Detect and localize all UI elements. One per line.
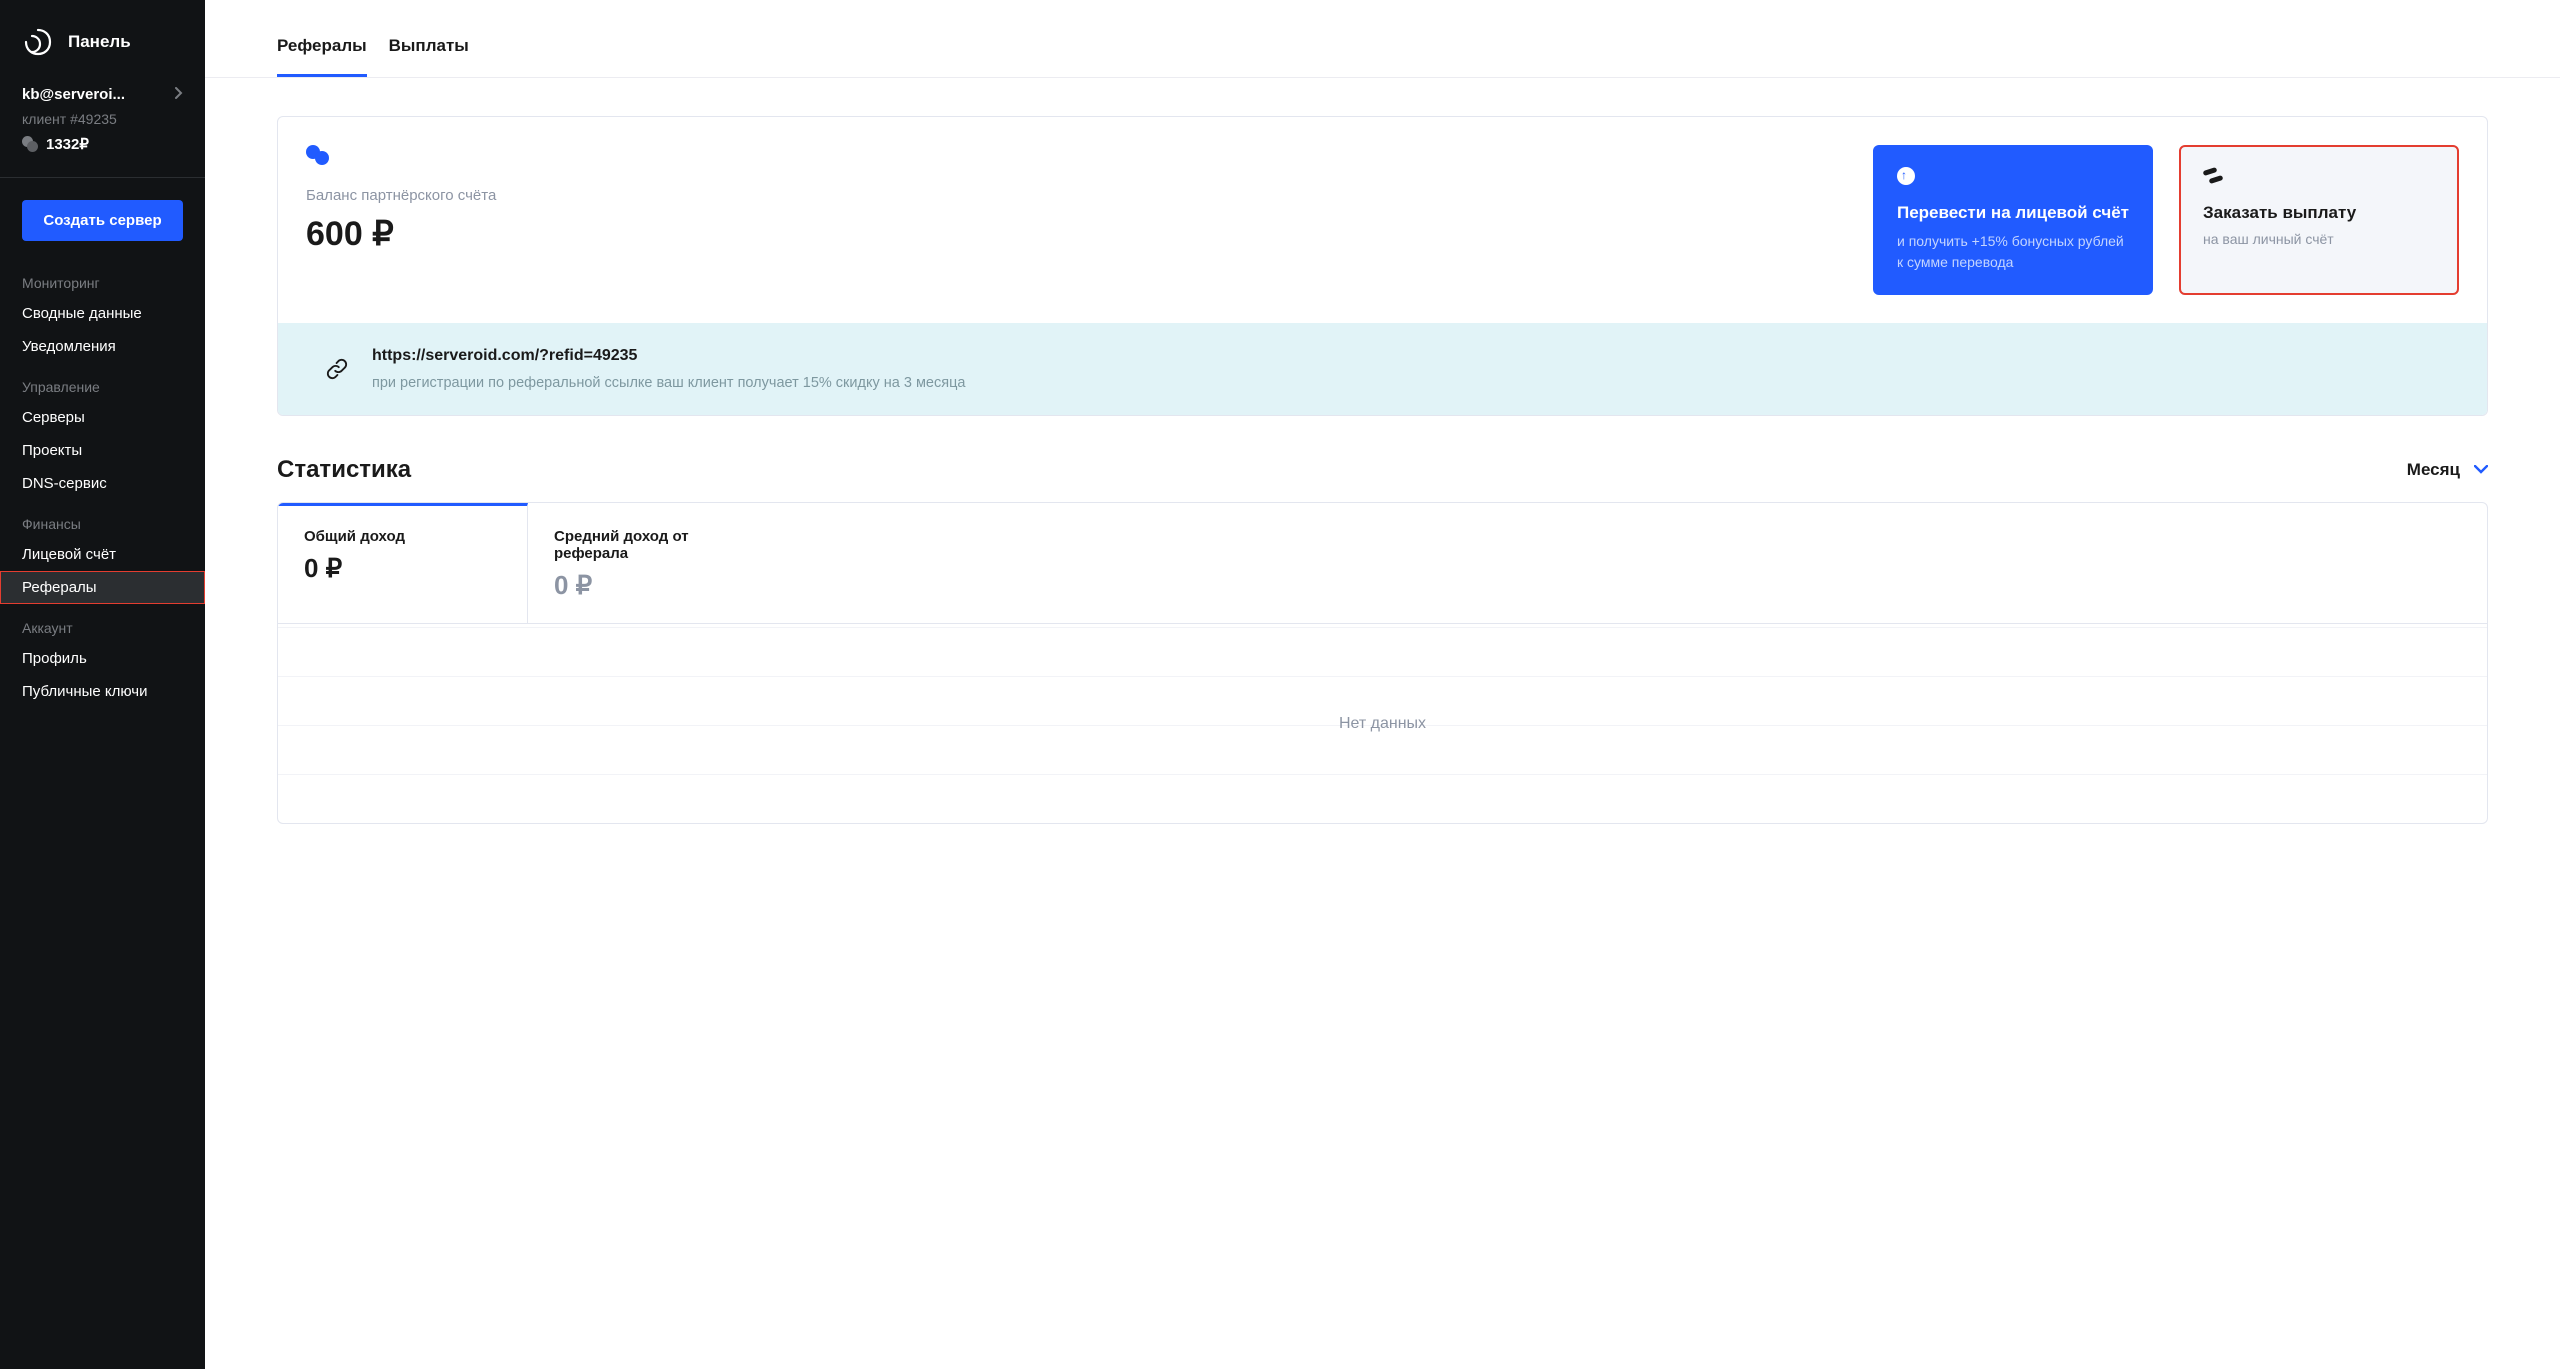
nav-item-referrals[interactable]: Рефералы bbox=[0, 571, 205, 604]
page-tabs: Рефералы Выплаты bbox=[205, 0, 2560, 78]
referral-link-sub: при регистрации по реферальной ссылке ва… bbox=[372, 375, 965, 391]
nav-group-manage: Управление Серверы Проекты DNS-сервис bbox=[0, 369, 205, 500]
stats-title: Статистика bbox=[277, 456, 411, 484]
stat-tab-avg[interactable]: Средний доход от реферала 0 ₽ bbox=[528, 503, 778, 623]
nav-group-monitoring: Мониторинг Сводные данные Уведомления bbox=[0, 265, 205, 363]
upload-icon bbox=[1897, 167, 1915, 185]
stats-card: Общий доход 0 ₽ Средний доход от реферал… bbox=[277, 502, 2488, 824]
user-id: клиент #49235 bbox=[22, 111, 183, 127]
nav-group-account: Аккаунт Профиль Публичные ключи bbox=[0, 610, 205, 708]
no-data-label: Нет данных bbox=[1339, 715, 1426, 733]
sidebar-header: Панель bbox=[0, 0, 205, 78]
chevron-down-icon bbox=[2474, 460, 2488, 480]
chevron-right-icon bbox=[175, 86, 183, 103]
nav-heading: Управление bbox=[0, 369, 205, 401]
stat-tab-label: Средний доход от реферала bbox=[554, 528, 751, 562]
create-server-button[interactable]: Создать сервер bbox=[22, 200, 183, 241]
tab-referrals[interactable]: Рефералы bbox=[277, 28, 367, 77]
nav-item-servers[interactable]: Серверы bbox=[0, 401, 205, 434]
transfer-card[interactable]: Перевести на лицевой счёт и получить +15… bbox=[1873, 145, 2153, 295]
partner-balance-card: Баланс партнёрского счёта 600 ₽ Перевест… bbox=[277, 116, 2488, 416]
transfer-title: Перевести на лицевой счёт bbox=[1897, 203, 2129, 223]
stat-tabs: Общий доход 0 ₽ Средний доход от реферал… bbox=[278, 503, 2487, 623]
payout-icon bbox=[2203, 167, 2223, 185]
referral-link[interactable]: https://serveroid.com/?refid=49235 bbox=[372, 347, 965, 365]
nav-item-profile[interactable]: Профиль bbox=[0, 642, 205, 675]
payout-card[interactable]: Заказать выплату на ваш личный счёт bbox=[2179, 145, 2459, 295]
logo-icon bbox=[22, 28, 54, 56]
nav-heading: Мониторинг bbox=[0, 265, 205, 297]
referral-link-bar: https://serveroid.com/?refid=49235 при р… bbox=[278, 323, 2487, 415]
coins-icon bbox=[306, 145, 332, 165]
coins-icon bbox=[22, 136, 38, 152]
transfer-sub: и получить +15% бонусных рублей к сумме … bbox=[1897, 231, 2129, 273]
user-balance-value: 1332₽ bbox=[46, 135, 89, 153]
payout-sub: на ваш личный счёт bbox=[2203, 231, 2435, 247]
period-select[interactable]: Месяц bbox=[2407, 460, 2488, 480]
stat-tab-label: Общий доход bbox=[304, 528, 501, 545]
user-block: kb@serveroi... клиент #49235 1332₽ bbox=[0, 78, 205, 178]
link-icon bbox=[326, 358, 348, 380]
balance-value: 600 ₽ bbox=[306, 214, 1847, 254]
nav-item-projects[interactable]: Проекты bbox=[0, 434, 205, 467]
stats-header: Статистика Месяц bbox=[277, 456, 2488, 484]
stat-tab-value: 0 ₽ bbox=[554, 570, 751, 601]
nav-item-notifications[interactable]: Уведомления bbox=[0, 330, 205, 363]
stat-tab-total[interactable]: Общий доход 0 ₽ bbox=[278, 503, 528, 623]
user-balance: 1332₽ bbox=[22, 135, 183, 153]
stat-tab-value: 0 ₽ bbox=[304, 553, 501, 584]
user-menu-toggle[interactable]: kb@serveroi... bbox=[22, 86, 183, 103]
payout-title: Заказать выплату bbox=[2203, 203, 2435, 223]
nav-group-finance: Финансы Лицевой счёт Рефералы bbox=[0, 506, 205, 604]
nav-item-account-balance[interactable]: Лицевой счёт bbox=[0, 538, 205, 571]
nav-heading: Финансы bbox=[0, 506, 205, 538]
period-label: Месяц bbox=[2407, 460, 2460, 480]
tab-payouts[interactable]: Выплаты bbox=[389, 28, 469, 77]
nav-item-summary[interactable]: Сводные данные bbox=[0, 297, 205, 330]
main-content: Рефералы Выплаты Баланс партнёрского счё… bbox=[205, 0, 2560, 1369]
balance-label: Баланс партнёрского счёта bbox=[306, 187, 1847, 204]
panel-title: Панель bbox=[68, 32, 131, 52]
nav-item-dns[interactable]: DNS-сервис bbox=[0, 467, 205, 500]
sidebar: Панель kb@serveroi... клиент #49235 1332… bbox=[0, 0, 205, 1369]
chart-placeholder: Нет данных bbox=[278, 623, 2487, 823]
nav-heading: Аккаунт bbox=[0, 610, 205, 642]
user-email: kb@serveroi... bbox=[22, 86, 125, 103]
balance-block: Баланс партнёрского счёта 600 ₽ bbox=[306, 145, 1847, 295]
nav-item-public-keys[interactable]: Публичные ключи bbox=[0, 675, 205, 708]
